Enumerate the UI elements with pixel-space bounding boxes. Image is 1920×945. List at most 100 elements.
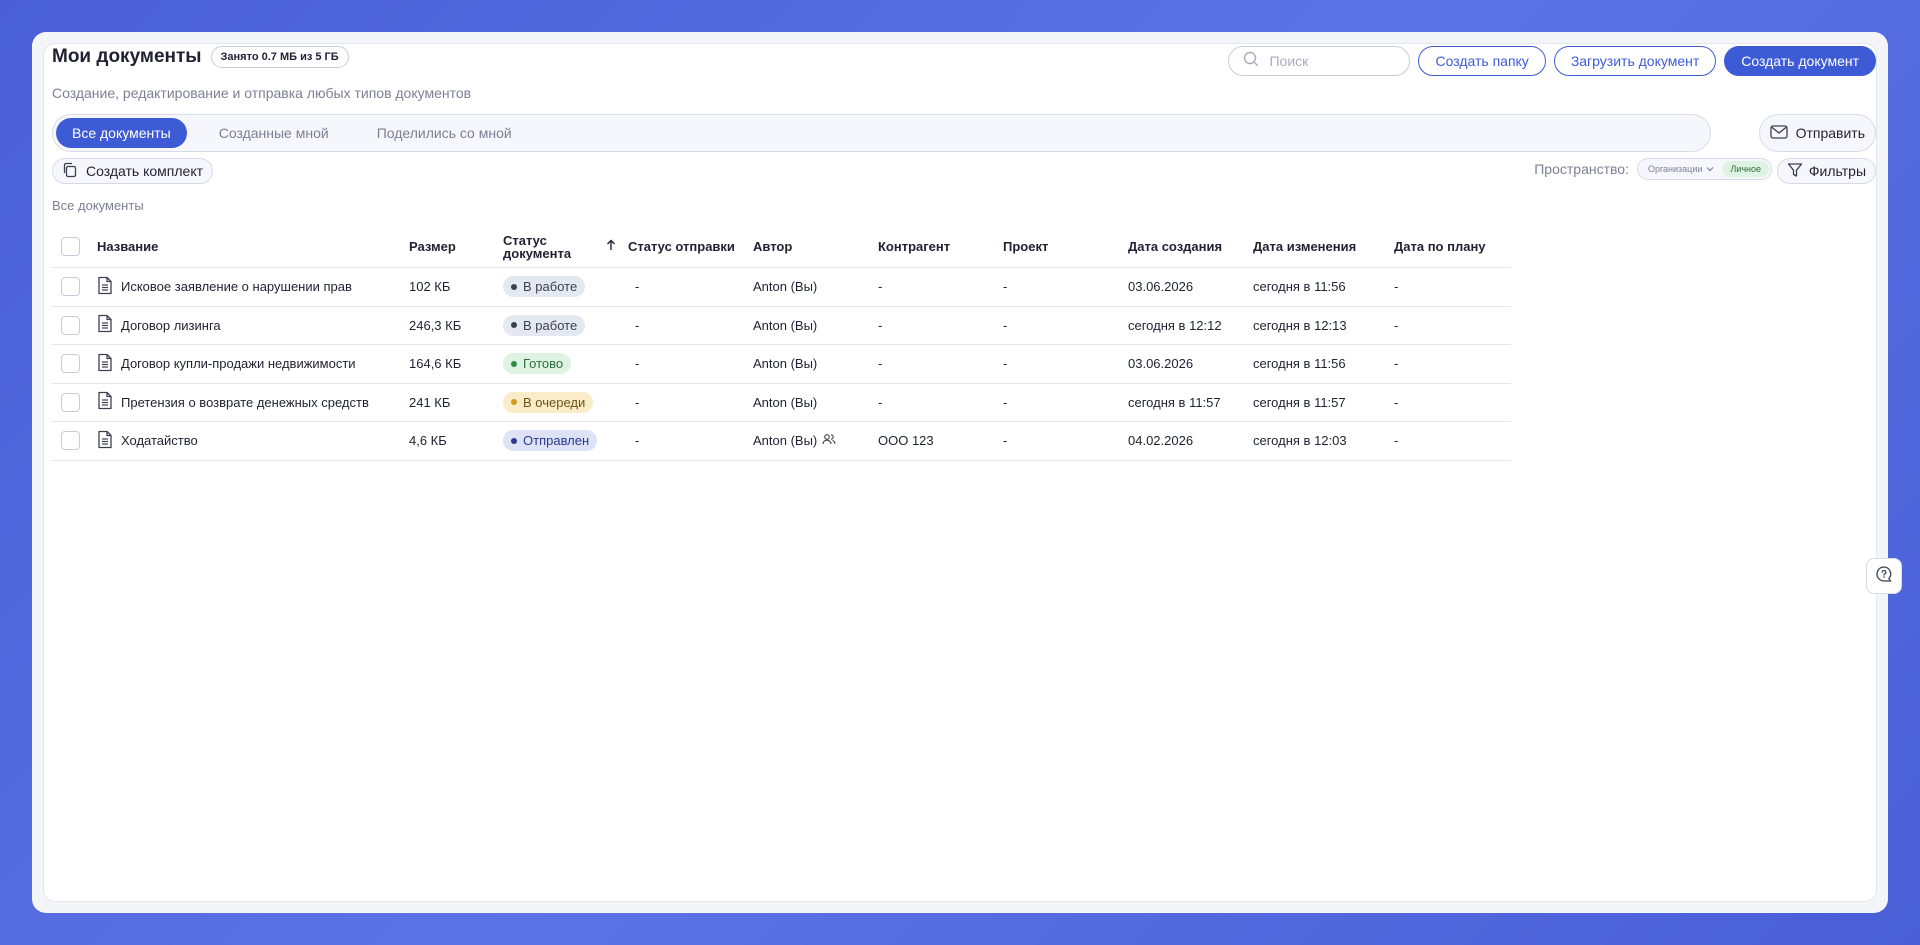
cell-name[interactable]: Договор лизинга	[97, 314, 409, 336]
search-input[interactable]	[1269, 53, 1390, 69]
cell-size: 102 КБ	[409, 279, 451, 295]
cell-planned: -	[1394, 356, 1399, 372]
tab-all-documents[interactable]: Все документы	[56, 118, 187, 148]
document-icon	[97, 353, 113, 375]
column-created[interactable]: Дата создания	[1128, 239, 1253, 254]
create-folder-button[interactable]: Создать папку	[1418, 46, 1546, 76]
document-name: Претензия о возврате денежных средств	[121, 394, 369, 410]
cell-created: сегодня в 11:57	[1128, 394, 1221, 410]
space-switch: Организации Личное	[1636, 158, 1772, 180]
column-project[interactable]: Проект	[1003, 239, 1128, 254]
cell-status: В работе	[503, 276, 628, 298]
cell-created: сегодня в 12:12	[1128, 317, 1222, 333]
document-icon	[97, 391, 113, 413]
column-modified[interactable]: Дата изменения	[1253, 239, 1394, 254]
cell-modified: сегодня в 11:57	[1253, 394, 1346, 410]
upload-document-button[interactable]: Загрузить документ	[1553, 46, 1717, 76]
search-icon	[1243, 51, 1259, 72]
document-icon	[97, 430, 113, 452]
column-planned[interactable]: Дата по плану	[1394, 239, 1511, 254]
row-checkbox[interactable]	[61, 354, 80, 374]
row-checkbox[interactable]	[61, 392, 80, 412]
cell-author: Anton (Вы)	[753, 395, 878, 410]
document-name: Ходатайство	[121, 433, 198, 449]
status-dot	[511, 283, 517, 290]
space-option-personal[interactable]: Личное	[1722, 161, 1769, 177]
cell-author: Anton (Вы)	[753, 433, 878, 448]
cell-name[interactable]: Претензия о возврате денежных средств	[97, 391, 409, 413]
cell-send-status: -	[635, 433, 640, 449]
search-box[interactable]	[1228, 46, 1411, 76]
create-set-label: Создать комплект	[86, 163, 204, 179]
filters-label: Фильтры	[1808, 163, 1866, 179]
status-dot	[511, 399, 517, 406]
status-badge: В работе	[503, 276, 586, 298]
table-row[interactable]: Договор купли-продажи недвижимости 164,6 …	[52, 345, 1511, 384]
cell-send-status: -	[635, 279, 640, 295]
create-set-button[interactable]: Создать комплект	[52, 158, 214, 184]
status-label: В очереди	[523, 394, 586, 410]
top-actions: Создать папку Загрузить документ Создать…	[1228, 46, 1876, 76]
cell-counterparty: ООО 123	[878, 433, 934, 449]
column-size[interactable]: Размер	[409, 239, 503, 254]
table-row[interactable]: Ходатайство 4,6 КБ Отправлен - Anton (Вы) ООО…	[52, 422, 1511, 461]
author-name: Anton (Вы)	[753, 279, 818, 295]
cell-send-status: -	[635, 317, 640, 333]
document-icon	[97, 276, 113, 298]
help-chat-icon	[1875, 565, 1893, 588]
cell-name[interactable]: Исковое заявление о нарушении прав	[97, 276, 409, 298]
table-row[interactable]: Претензия о возврате денежных средств 241…	[52, 384, 1511, 422]
space-selector: Пространство: Организации Личное	[1534, 158, 1772, 180]
cell-status: Отправлен	[503, 430, 628, 452]
cell-author: Anton (Вы)	[753, 318, 878, 333]
cell-size: 4,6 КБ	[409, 433, 447, 449]
status-badge: В работе	[503, 314, 586, 336]
status-badge: Отправлен	[503, 430, 598, 452]
filters-button[interactable]: Фильтры	[1776, 158, 1876, 184]
cell-planned: -	[1394, 279, 1399, 295]
cell-status: В очереди	[503, 391, 628, 413]
cell-name[interactable]: Ходатайство	[97, 430, 409, 452]
cell-modified: сегодня в 11:56	[1253, 279, 1346, 295]
row-checkbox[interactable]	[61, 277, 80, 297]
document-name: Исковое заявление о нарушении прав	[121, 279, 352, 295]
column-status[interactable]: Статус документа	[503, 234, 628, 260]
select-all-checkbox[interactable]	[61, 237, 80, 256]
row-checkbox[interactable]	[61, 431, 80, 451]
table-header: Название Размер Статус документа Статус о…	[52, 226, 1511, 268]
cell-status: Готово	[503, 353, 628, 375]
status-badge: Готово	[503, 353, 572, 375]
space-option-organizations[interactable]: Организации	[1640, 161, 1722, 177]
create-document-button[interactable]: Создать документ	[1724, 46, 1876, 76]
column-counterparty[interactable]: Контрагент	[878, 239, 1003, 254]
space-label: Пространство:	[1534, 161, 1629, 177]
envelope-icon	[1769, 124, 1788, 142]
filter-icon	[1787, 162, 1803, 181]
column-name[interactable]: Название	[97, 239, 409, 254]
tab-shared-with-me[interactable]: Поделились со мной	[361, 118, 528, 148]
cell-project: -	[1003, 394, 1008, 410]
cell-created: 03.06.2026	[1128, 356, 1194, 372]
cell-project: -	[1003, 317, 1008, 333]
column-author[interactable]: Автор	[753, 239, 878, 254]
cell-planned: -	[1394, 394, 1399, 410]
help-chat-button[interactable]	[1866, 558, 1902, 594]
document-icon	[97, 314, 113, 336]
author-name: Anton (Вы)	[753, 317, 818, 333]
table-row[interactable]: Исковое заявление о нарушении прав 102 КБ…	[52, 268, 1511, 307]
send-button-label: Отправить	[1795, 125, 1865, 141]
users-icon	[822, 433, 836, 448]
cell-name[interactable]: Договор купли-продажи недвижимости	[97, 353, 409, 375]
cell-project: -	[1003, 433, 1008, 449]
column-send-status[interactable]: Статус отправки	[628, 239, 753, 254]
table-row[interactable]: Договор лизинга 246,3 КБ В работе - Anton (В…	[52, 307, 1511, 345]
author-name: Anton (Вы)	[753, 433, 818, 449]
chevron-down-icon	[1706, 164, 1714, 174]
send-button[interactable]: Отправить	[1758, 114, 1876, 152]
status-label: Отправлен	[523, 433, 590, 449]
sort-arrow-up-icon[interactable]	[606, 239, 616, 254]
cell-created: 03.06.2026	[1128, 279, 1194, 295]
status-label: В работе	[523, 279, 578, 295]
tab-created-by-me[interactable]: Созданные мной	[203, 118, 345, 148]
row-checkbox[interactable]	[61, 315, 80, 335]
